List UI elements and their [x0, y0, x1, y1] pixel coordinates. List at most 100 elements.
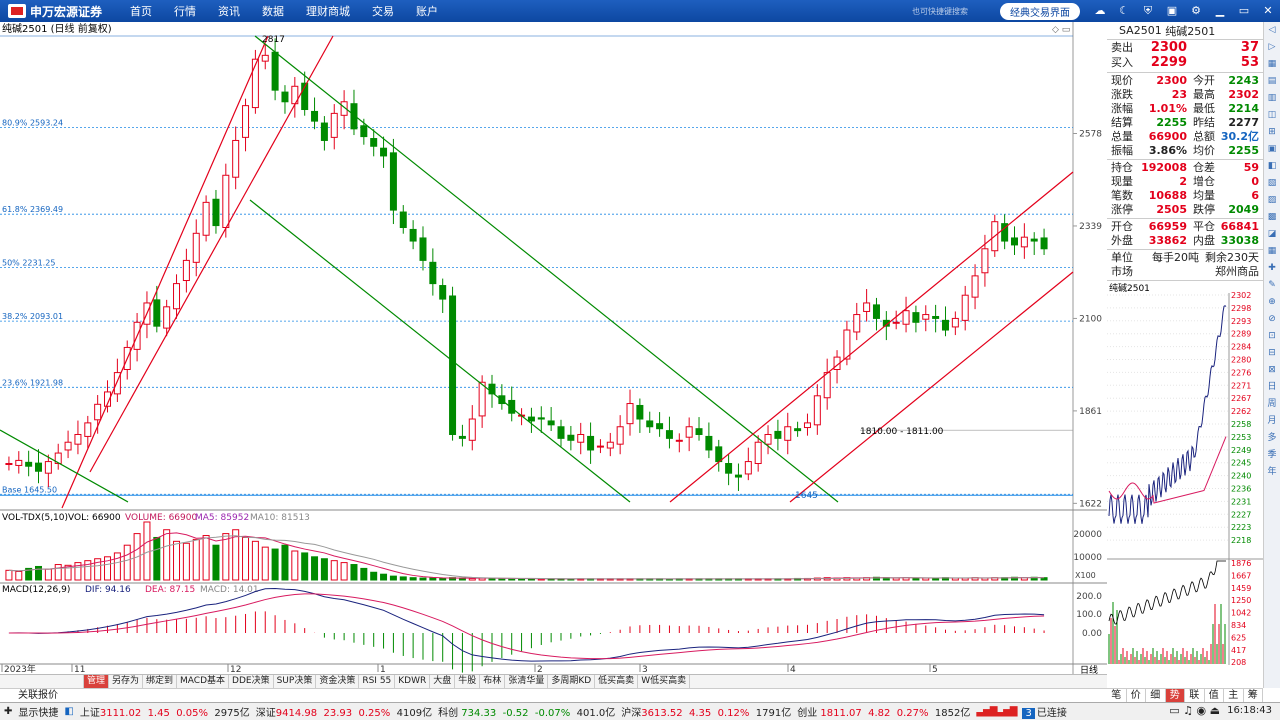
y-tick-label: 1861 [1079, 407, 1102, 417]
intraday-mini-chart[interactable]: 纯碱2501 2302 2298 2293 2289 2284 2280 2276 2271 22… [1107, 281, 1263, 667]
quote-tab[interactable]: 价 [1127, 689, 1146, 702]
plus-icon[interactable]: ✚ [4, 706, 12, 717]
shield-icon[interactable]: ⛨ [1140, 4, 1156, 18]
diamond-icon[interactable]: ◇ ▭ [1052, 25, 1070, 35]
side-tool-icon[interactable]: 月 [1264, 413, 1280, 430]
side-tool-icon[interactable]: 多 [1264, 430, 1280, 447]
indicator-tab[interactable]: 另存为 [109, 675, 144, 688]
indicator-tab[interactable]: 张清华量 [505, 675, 549, 688]
menu-item-5[interactable]: 交易 [372, 3, 394, 19]
side-tool-icon[interactable]: ⊡ [1264, 328, 1280, 345]
quote-tab[interactable]: 值 [1205, 689, 1224, 702]
indicator-tab[interactable]: W低买高卖 [638, 675, 691, 688]
indicator-tab[interactable]: RSI 55 [359, 675, 396, 688]
side-tool-icon[interactable]: ◫ [1264, 107, 1280, 124]
side-tool-icon[interactable]: ▦ [1264, 56, 1280, 73]
quote-tab[interactable]: 细 [1146, 689, 1166, 702]
side-tool-icon[interactable]: ✎ [1264, 277, 1280, 294]
volume-bar [5, 569, 13, 581]
side-tool-icon[interactable]: ▩ [1264, 209, 1280, 226]
menu-item-3[interactable]: 数据 [262, 3, 284, 19]
volume-bar [409, 577, 417, 581]
mini-y-tick: 2253 [1231, 433, 1251, 442]
indicator-tab[interactable]: MACD基本 [177, 675, 230, 688]
indicator-tab[interactable]: 绑定到 [143, 675, 178, 688]
menu-item-0[interactable]: 首页 [130, 3, 152, 19]
indicator-tab[interactable]: KDWR [395, 675, 431, 688]
quote-row: 涨幅 1.01% 最低 2214 [1111, 102, 1259, 115]
chart-area[interactable]: 纯碱2501 (日线 前复权) ⊛ ◇ ▭ 2578 2339 2100 1861 1622 8… [0, 22, 1107, 688]
index-shenzhen[interactable]: 深证9414.98 23.93 0.25% 4109亿 [256, 704, 432, 719]
quote-tab[interactable]: 势 [1165, 689, 1185, 702]
side-tool-icon[interactable]: ▧ [1264, 175, 1280, 192]
indicator-tab[interactable]: SUP决策 [274, 675, 317, 688]
side-tool-icon[interactable]: 周 [1264, 396, 1280, 413]
quote-tab[interactable]: 笔 [1107, 689, 1127, 702]
indicator-tab[interactable]: 牛股 [455, 675, 481, 688]
related-quotes-bar[interactable]: 关联报价 [0, 688, 1107, 702]
buy-row[interactable]: 买入 2299 53 [1107, 56, 1263, 71]
search-hint: 也可快捷键搜索 [912, 6, 968, 16]
side-tool-icon[interactable]: 季 [1264, 447, 1280, 464]
settings-icon[interactable]: ⊛ [90, 25, 98, 35]
mini-y-tick: 2227 [1231, 510, 1251, 519]
side-tool-icon[interactable]: ⊕ [1264, 294, 1280, 311]
quote-stats-1: 现价 2300 今开 2243 涨跌 23 最高 2302 涨幅 1.01% 最低 2214 结算 225… [1107, 73, 1263, 160]
side-tool-icon[interactable]: ▦ [1264, 243, 1280, 260]
close-icon[interactable]: ✕ [1260, 4, 1276, 18]
restore-icon[interactable]: ▭ [1236, 4, 1252, 18]
indicator-tab[interactable]: 管理 [84, 675, 110, 688]
side-tool-icon[interactable]: ◧ [1264, 158, 1280, 175]
volume-bar [153, 536, 161, 581]
side-tool-icon[interactable]: ⊟ [1264, 345, 1280, 362]
quote-row: 总量 66900 总额 30.2亿 [1111, 130, 1259, 143]
side-tool-icon[interactable]: ✚ [1264, 260, 1280, 277]
index-hushen[interactable]: 沪深3613.52 4.35 0.12% 1791亿 [621, 704, 791, 719]
cloud-icon[interactable]: ☁ [1092, 4, 1108, 18]
save-icon[interactable]: ▣ [1164, 4, 1180, 18]
classic-trade-button[interactable]: 经典交易界面 [1000, 2, 1080, 20]
minimize-icon[interactable]: ▁ [1212, 4, 1228, 18]
quote-tab[interactable]: 筹 [1244, 689, 1263, 702]
kline-chart[interactable]: 纯碱2501 (日线 前复权)⊛ ◇ ▭257823392100186116228… [0, 22, 1107, 688]
menu-item-2[interactable]: 资讯 [218, 3, 240, 19]
side-tool-icon[interactable]: ▨ [1264, 192, 1280, 209]
sell-row[interactable]: 卖出 2300 37 [1107, 41, 1263, 56]
show-shortcut[interactable]: 显示快捷 [18, 704, 58, 719]
index-shanghai[interactable]: 上证3111.02 1.45 0.05% 2975亿 [80, 704, 250, 719]
side-tool-icon[interactable]: 年 [1264, 464, 1280, 481]
side-tool-icon[interactable]: ▤ [1264, 73, 1280, 90]
side-tool-icon[interactable]: ▷ [1264, 39, 1280, 56]
volume-bar [44, 568, 52, 581]
quote-tab[interactable]: 联 [1185, 689, 1205, 702]
side-tool-icon[interactable]: ⊞ [1264, 124, 1280, 141]
indicator-tab[interactable]: 布林 [480, 675, 506, 688]
indicator-tab[interactable]: 低买高卖 [595, 675, 639, 688]
index-kechuang[interactable]: 科创 734.33 -0.52 -0.07% 401.0亿 [438, 704, 615, 719]
side-tool-icon[interactable]: ◁ [1264, 22, 1280, 39]
menu-item-4[interactable]: 理财商城 [306, 3, 350, 19]
side-tool-icon[interactable]: ▣ [1264, 141, 1280, 158]
mini-y-tick: 2262 [1231, 407, 1251, 416]
side-tool-icon[interactable]: ⊠ [1264, 362, 1280, 379]
indicator-tab[interactable]: 多周期KD [548, 675, 596, 688]
candle[interactable] [202, 195, 210, 242]
side-tool-icon[interactable]: ⊘ [1264, 311, 1280, 328]
index-chuangye[interactable]: 创业 1811.07 4.82 0.27% 1852亿 [797, 704, 970, 719]
side-tool-icon[interactable]: 日 [1264, 379, 1280, 396]
quote-tab[interactable]: 主 [1224, 689, 1244, 702]
mini-vol-tick: 1459 [1231, 584, 1251, 593]
candle[interactable] [449, 286, 457, 441]
side-tool-icon[interactable]: ▥ [1264, 90, 1280, 107]
mini-vol-tick: 834 [1231, 621, 1246, 630]
volume-bar [113, 552, 121, 581]
indicator-tab[interactable]: 资金决策 [316, 675, 360, 688]
menu-item-6[interactable]: 账户 [416, 3, 438, 19]
mini-y-tick: 2240 [1231, 472, 1251, 481]
gear-icon[interactable]: ⚙ [1188, 4, 1204, 18]
menu-item-1[interactable]: 行情 [174, 3, 196, 19]
indicator-tab[interactable]: DDE决策 [229, 675, 274, 688]
indicator-tab[interactable]: 大盘 [430, 675, 456, 688]
side-tool-icon[interactable]: ◪ [1264, 226, 1280, 243]
moon-icon[interactable]: ☾ [1116, 4, 1132, 18]
